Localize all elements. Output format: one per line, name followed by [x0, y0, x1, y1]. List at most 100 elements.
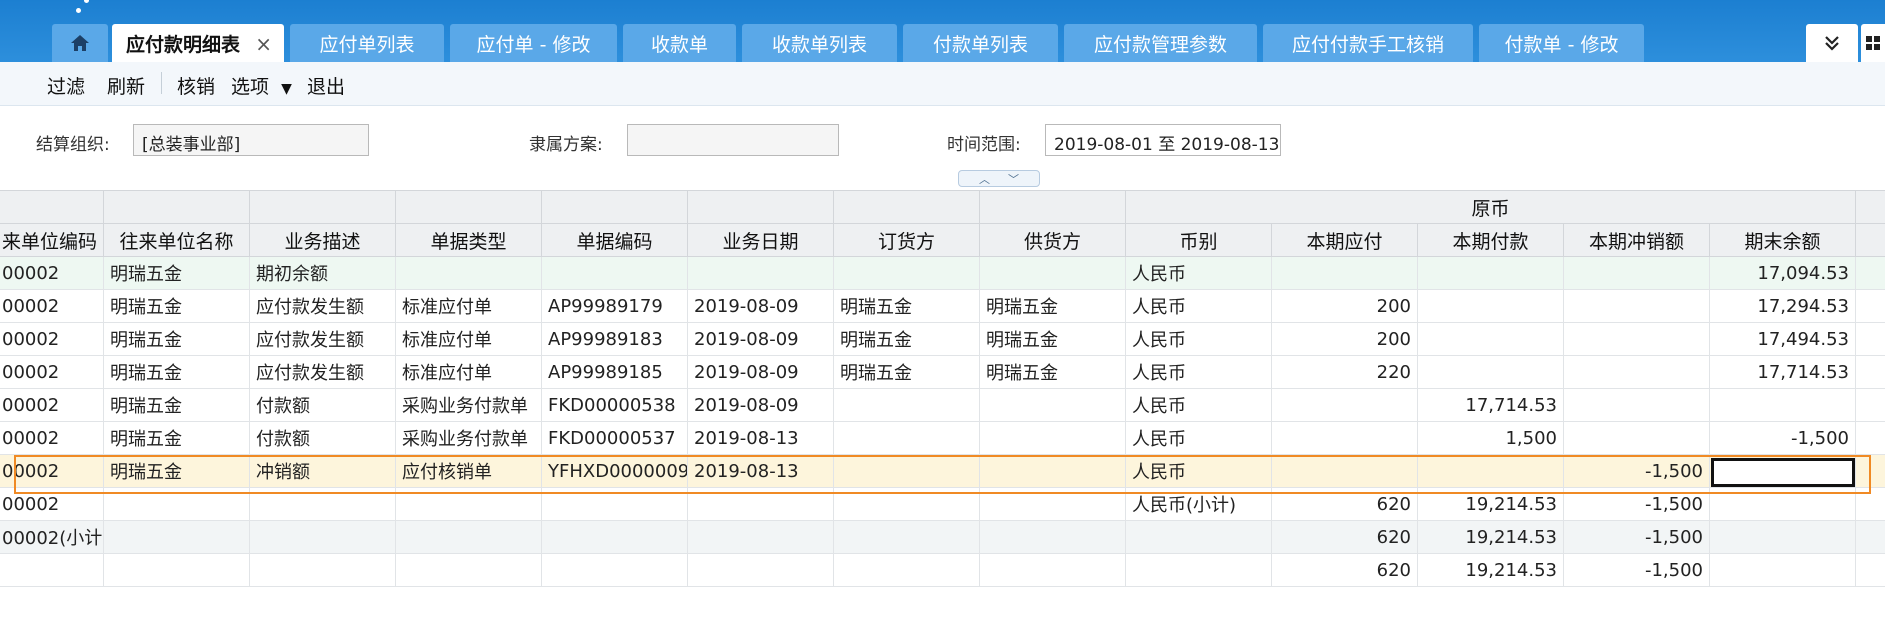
col-doc-number-cell[interactable]: YFHXD00000096 — [542, 455, 688, 487]
tab-receipt-list[interactable]: 收款单列表 — [742, 24, 897, 62]
col-business-date-cell[interactable]: 2019-08-13 — [688, 455, 834, 487]
app-grid-button[interactable] — [1861, 24, 1885, 62]
tab-manual-verify[interactable]: 应付付款手工核销 — [1263, 24, 1473, 62]
col-current-writeoff-cell[interactable] — [1564, 323, 1710, 355]
col-current-payable-cell[interactable] — [1272, 389, 1418, 421]
col-ending-balance-header[interactable]: 期末余额 — [1710, 224, 1856, 256]
col-supplier-cell[interactable] — [980, 389, 1126, 421]
filter-button[interactable]: 过滤 — [47, 72, 85, 99]
table-row[interactable]: 00002(小计) 620 19,214.53 -1,500 — [0, 521, 1885, 554]
col-current-writeoff-cell[interactable]: -1,500 — [1564, 455, 1710, 487]
col-ending-balance-cell[interactable]: 17,494.53 — [1710, 323, 1856, 355]
col-business-date-cell[interactable]: 2019-08-09 — [688, 356, 834, 388]
col-current-writeoff-cell[interactable] — [1564, 257, 1710, 289]
col-doc-type-cell[interactable]: 采购业务付款单 — [396, 389, 542, 421]
col-current-writeoff-cell[interactable] — [1564, 389, 1710, 421]
col-currency-cell[interactable]: 人民币 — [1126, 290, 1272, 322]
col-currency-cell[interactable]: 人民币 — [1126, 356, 1272, 388]
col-current-payable-cell[interactable]: 220 — [1272, 356, 1418, 388]
col-ending-balance-cell[interactable] — [1710, 554, 1856, 586]
col-currency-header[interactable]: 币别 — [1126, 224, 1272, 256]
scheme-field[interactable] — [627, 124, 839, 156]
col-partner-code-cell[interactable]: 00002 — [0, 455, 104, 487]
tab-payable-list[interactable]: 应付单列表 — [290, 24, 444, 62]
col-supplier-cell[interactable] — [980, 422, 1126, 454]
col-current-writeoff-cell[interactable] — [1564, 422, 1710, 454]
col-partner-code-cell[interactable]: 00002 — [0, 389, 104, 421]
tab-payable-edit[interactable]: 应付单 - 修改 — [450, 24, 617, 62]
col-supplier-cell[interactable]: 明瑞五金 — [980, 290, 1126, 322]
col-business-date-cell[interactable]: 2019-08-13 — [688, 422, 834, 454]
col-doc-number-cell[interactable] — [542, 521, 688, 553]
col-business-desc-cell[interactable]: 应付款发生额 — [250, 290, 396, 322]
col-orderer-cell[interactable] — [834, 488, 980, 520]
col-business-desc-cell[interactable]: 付款额 — [250, 389, 396, 421]
col-current-payment-cell[interactable]: 19,214.53 — [1418, 488, 1564, 520]
col-doc-type-cell[interactable] — [396, 554, 542, 586]
col-doc-number-cell[interactable] — [542, 554, 688, 586]
col-business-desc-cell[interactable]: 应付款发生额 — [250, 323, 396, 355]
col-orderer-cell[interactable] — [834, 554, 980, 586]
col-currency-cell[interactable]: 人民币 — [1126, 257, 1272, 289]
col-partner-name-header[interactable]: 往来单位名称 — [104, 224, 250, 256]
col-current-payment-cell[interactable] — [1418, 455, 1564, 487]
col-business-date-cell[interactable] — [688, 488, 834, 520]
col-current-payable-cell[interactable] — [1272, 257, 1418, 289]
more-tabs-button[interactable] — [1806, 24, 1858, 62]
home-tab[interactable] — [52, 24, 108, 62]
col-doc-number-cell[interactable]: AP99989179 — [542, 290, 688, 322]
col-current-writeoff-cell[interactable] — [1564, 290, 1710, 322]
col-business-date-cell[interactable]: 2019-08-09 — [688, 290, 834, 322]
col-partner-code-cell[interactable]: 00002 — [0, 356, 104, 388]
col-partner-code-cell[interactable]: 00002 — [0, 323, 104, 355]
options-button[interactable]: 选项 ▼ — [231, 72, 292, 99]
col-currency-cell[interactable]: 人民币 — [1126, 323, 1272, 355]
col-partner-code-cell[interactable]: 00002 — [0, 422, 104, 454]
col-current-payment-cell[interactable] — [1418, 257, 1564, 289]
col-supplier-cell[interactable] — [980, 554, 1126, 586]
date-range-field[interactable]: 2019-08-01 至 2019-08-13 — [1045, 124, 1281, 156]
col-partner-name-cell[interactable]: 明瑞五金 — [104, 389, 250, 421]
col-current-payment-cell[interactable] — [1418, 356, 1564, 388]
col-doc-type-cell[interactable] — [396, 257, 542, 289]
col-current-payable-cell[interactable]: 620 — [1272, 554, 1418, 586]
col-business-date-cell[interactable] — [688, 521, 834, 553]
col-orderer-cell[interactable] — [834, 257, 980, 289]
col-current-payment-cell[interactable]: 17,714.53 — [1418, 389, 1564, 421]
col-current-writeoff-header[interactable]: 本期冲销额 — [1564, 224, 1710, 256]
table-row[interactable]: 620 19,214.53 -1,500 — [0, 554, 1885, 587]
col-partner-name-cell[interactable] — [104, 554, 250, 586]
col-doc-type-cell[interactable]: 采购业务付款单 — [396, 422, 542, 454]
col-current-payable-cell[interactable]: 200 — [1272, 290, 1418, 322]
col-current-writeoff-cell[interactable] — [1564, 356, 1710, 388]
col-supplier-cell[interactable]: 明瑞五金 — [980, 356, 1126, 388]
col-doc-type-cell[interactable] — [396, 521, 542, 553]
col-partner-code-cell[interactable]: 00002 — [0, 488, 104, 520]
col-supplier-cell[interactable] — [980, 455, 1126, 487]
table-row[interactable]: 00002 明瑞五金 冲销额 应付核销单 YFHXD00000096 2019-08-13… — [0, 455, 1885, 488]
col-partner-code-cell[interactable]: 00002 — [0, 257, 104, 289]
col-doc-number-cell[interactable]: AP99989185 — [542, 356, 688, 388]
col-business-desc-header[interactable]: 业务描述 — [250, 224, 396, 256]
col-currency-cell[interactable]: 人民币 — [1126, 455, 1272, 487]
col-current-writeoff-cell[interactable]: -1,500 — [1564, 521, 1710, 553]
col-orderer-cell[interactable]: 明瑞五金 — [834, 323, 980, 355]
col-business-desc-cell[interactable]: 付款额 — [250, 422, 396, 454]
col-current-payable-header[interactable]: 本期应付 — [1272, 224, 1418, 256]
active-cell-editor[interactable] — [1711, 458, 1855, 487]
col-partner-code-cell[interactable]: 00002(小计) — [0, 521, 104, 553]
col-partner-code-cell[interactable]: 00002 — [0, 290, 104, 322]
verify-button[interactable]: 核销 — [177, 72, 215, 99]
col-business-desc-cell[interactable]: 期初余额 — [250, 257, 396, 289]
col-partner-name-cell[interactable]: 明瑞五金 — [104, 356, 250, 388]
col-business-desc-cell[interactable] — [250, 488, 396, 520]
col-supplier-cell[interactable] — [980, 521, 1126, 553]
col-ending-balance-cell[interactable] — [1710, 521, 1856, 553]
col-orderer-cell[interactable] — [834, 455, 980, 487]
col-partner-name-cell[interactable] — [104, 521, 250, 553]
col-current-payment-cell[interactable]: 19,214.53 — [1418, 554, 1564, 586]
col-currency-cell[interactable]: 人民币 — [1126, 422, 1272, 454]
close-icon[interactable]: × — [255, 32, 272, 56]
col-current-payable-cell[interactable]: 200 — [1272, 323, 1418, 355]
col-supplier-header[interactable]: 供货方 — [980, 224, 1126, 256]
